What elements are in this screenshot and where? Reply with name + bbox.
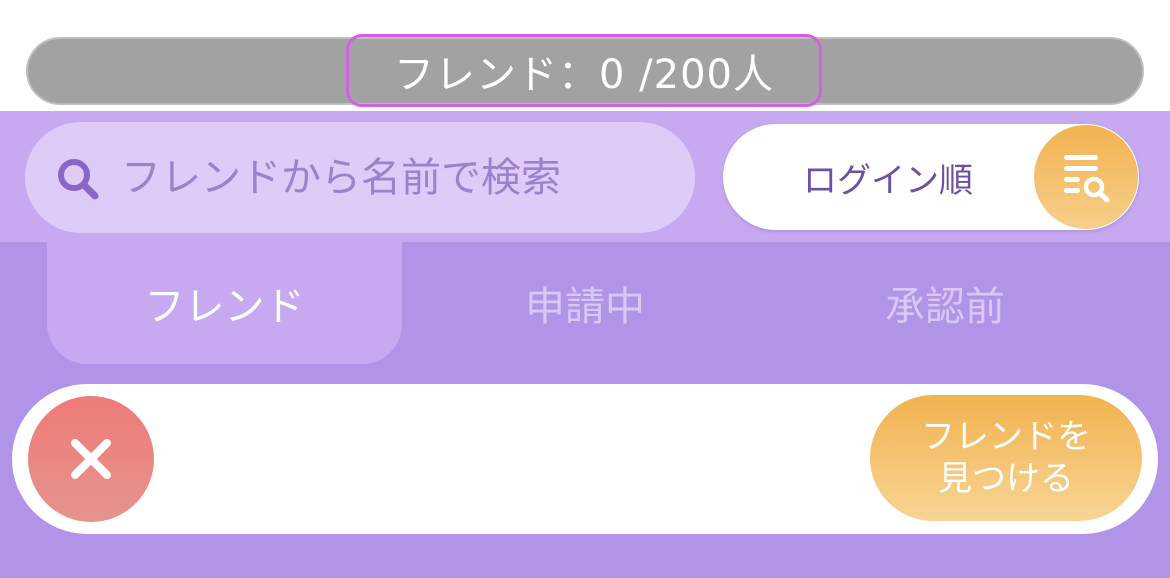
search-sort-band: ログイン順 bbox=[0, 111, 1170, 242]
friend-empty-card: フレンドを 見つける bbox=[12, 384, 1158, 534]
close-icon bbox=[71, 439, 111, 479]
search-input[interactable] bbox=[121, 122, 681, 233]
friends-screen: フレンド：0 /200人 ログイン順 bbox=[0, 0, 1170, 578]
find-friends-label-line2: 見つける bbox=[938, 459, 1074, 499]
tab-pending[interactable]: 申請中 bbox=[405, 242, 765, 364]
search-box[interactable] bbox=[25, 122, 695, 233]
friend-count-label: フレンド：0 /200人 bbox=[346, 34, 822, 107]
find-friends-label-line1: フレンドを bbox=[921, 417, 1091, 457]
sort-order-label: ログイン順 bbox=[803, 160, 973, 201]
close-button[interactable] bbox=[28, 396, 154, 522]
search-icon bbox=[58, 159, 99, 200]
tab-unapproved[interactable]: 承認前 bbox=[765, 242, 1125, 364]
sort-filter-icon bbox=[1064, 155, 1110, 203]
sort-filter-button[interactable] bbox=[1034, 125, 1138, 229]
find-friends-button[interactable]: フレンドを 見つける bbox=[870, 395, 1142, 521]
sort-order-button[interactable]: ログイン順 bbox=[723, 124, 1139, 230]
tab-friends[interactable]: フレンド bbox=[47, 242, 402, 364]
friend-list-panel: フレンド 申請中 承認前 フレンドを 見つける bbox=[0, 242, 1170, 578]
